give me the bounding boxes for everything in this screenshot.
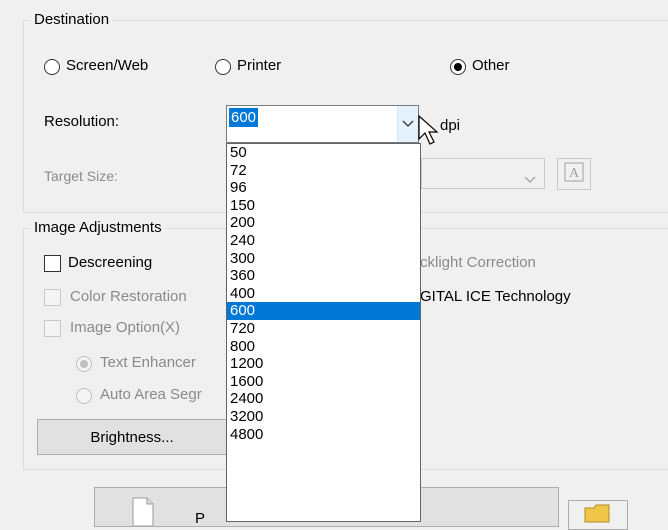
descreening-label[interactable]: Descreening [68,254,152,271]
screen-web-label[interactable]: Screen/Web [66,57,148,74]
auto-area-radio[interactable] [76,388,92,404]
other-label[interactable]: Other [472,57,510,74]
resolution-option[interactable]: 150 [227,197,420,215]
resolution-option[interactable]: 240 [227,232,420,250]
resolution-option[interactable]: 96 [227,179,420,197]
brightness-button-label: Brightness... [90,428,174,446]
document-icon [131,496,155,530]
resolution-option[interactable]: 200 [227,214,420,232]
auto-area-label[interactable]: Auto Area Segr [100,386,202,403]
target-size-combo[interactable] [421,158,545,189]
text-enhancement-label[interactable]: Text Enhancer [100,354,196,371]
printer-label[interactable]: Printer [237,57,281,74]
color-restoration-checkbox[interactable] [44,289,61,306]
resolution-label: Resolution: [44,113,120,130]
resolution-combo[interactable]: 600 [226,105,419,143]
image-adjustments-label: Image Adjustments [30,219,166,236]
svg-text:A: A [569,166,580,181]
resolution-option[interactable]: 400 [227,285,420,303]
chevron-down-icon[interactable] [397,106,418,142]
screen-web-radio[interactable] [44,59,60,75]
text-enhancement-radio[interactable] [76,356,92,372]
target-size-label: Target Size: [44,168,118,184]
digital-ice-label[interactable]: GITAL ICE Technology [420,288,571,305]
open-folder-button[interactable] [568,500,628,530]
backlight-correction-label[interactable]: cklight Correction [420,254,536,271]
font-size-icon: A [564,162,584,186]
target-size-edit-button[interactable]: A [557,158,591,190]
destination-label: Destination [30,11,114,28]
cursor-icon [418,114,440,151]
printer-radio[interactable] [215,59,231,75]
resolution-value: 600 [229,108,259,127]
image-option-checkbox[interactable] [44,320,61,337]
resolution-option[interactable]: 800 [227,338,420,356]
dpi-label: dpi [440,117,461,134]
resolution-dropdown-list[interactable]: 50 72 96 150 200 240 300 360 400 600 720 800 1200 160… [226,143,421,522]
resolution-option[interactable]: 2400 [227,390,420,408]
image-option-label[interactable]: Image Option(X) [70,319,180,336]
folder-icon [583,502,613,528]
resolution-option[interactable]: 720 [227,320,420,338]
resolution-option[interactable]: 300 [227,250,420,268]
resolution-option[interactable]: 72 [227,162,420,180]
resolution-option[interactable]: 50 [227,144,420,162]
resolution-option[interactable]: 3200 [227,408,420,426]
chevron-down-icon [524,171,536,188]
resolution-option[interactable]: 4800 [227,426,420,444]
descreening-checkbox[interactable] [44,255,61,272]
other-radio[interactable] [450,59,466,75]
resolution-option[interactable]: 1600 [227,373,420,391]
resolution-option[interactable]: 360 [227,267,420,285]
preview-button-label: P [195,510,206,527]
color-restoration-label[interactable]: Color Restoration [70,288,187,305]
brightness-button[interactable]: Brightness... [37,419,227,455]
resolution-option[interactable]: 1200 [227,355,420,373]
resolution-option[interactable]: 600 [227,302,420,320]
